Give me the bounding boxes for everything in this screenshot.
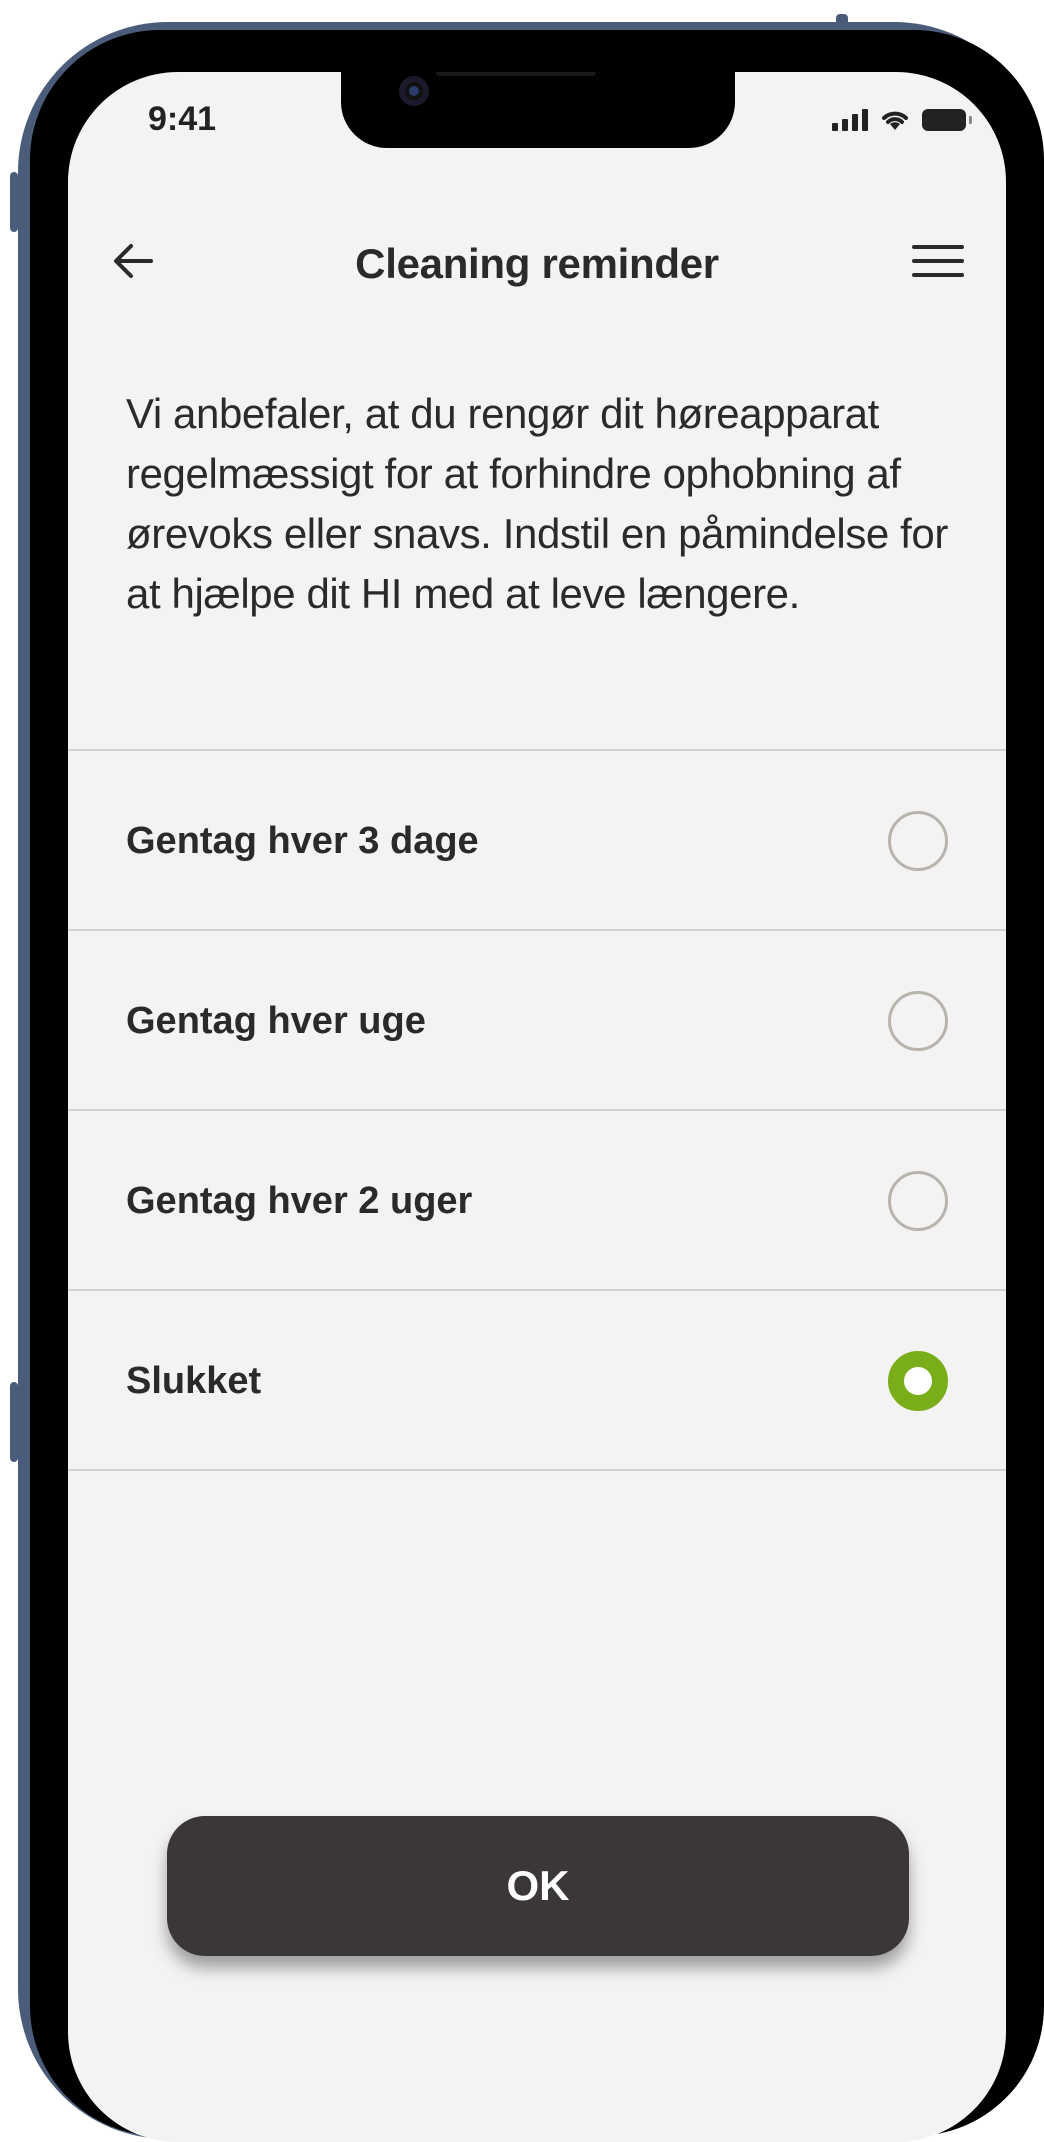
menu-button[interactable] <box>910 236 966 286</box>
option-every-week[interactable]: Gentag hver uge <box>68 931 1006 1111</box>
radio-button-selected[interactable] <box>888 1351 948 1411</box>
ok-button[interactable]: OK <box>167 1816 909 1956</box>
option-label: Gentag hver 3 dage <box>126 819 479 862</box>
side-button <box>10 1382 18 1462</box>
app-screen: 9:41 Cleaning reminder Vi anbefaler, at <box>68 72 1006 2142</box>
radio-button[interactable] <box>888 991 948 1051</box>
page-title: Cleaning reminder <box>355 240 719 287</box>
option-every-2-weeks[interactable]: Gentag hver 2 uger <box>68 1111 1006 1291</box>
radio-button[interactable] <box>888 811 948 871</box>
option-every-3-days[interactable]: Gentag hver 3 dage <box>68 751 1006 931</box>
side-button <box>836 14 848 26</box>
status-time: 9:41 <box>148 100 217 138</box>
speaker-grille <box>436 72 596 76</box>
cellular-signal-icon <box>832 109 868 131</box>
hamburger-menu-icon <box>912 245 964 277</box>
wifi-icon <box>882 111 908 130</box>
description-text: Vi anbefaler, at du rengør dit høreappar… <box>126 390 948 617</box>
radio-button[interactable] <box>888 1171 948 1231</box>
status-icons <box>832 108 972 132</box>
option-label: Slukket <box>126 1359 262 1402</box>
option-off[interactable]: Slukket <box>68 1291 1006 1471</box>
side-button <box>10 172 18 232</box>
nav-bar: Cleaning reminder <box>68 222 1006 302</box>
reminder-options: Gentag hver 3 dage Gentag hver uge Genta… <box>68 749 1006 1471</box>
option-label: Gentag hver uge <box>126 999 426 1042</box>
battery-icon <box>922 109 972 131</box>
option-label: Gentag hver 2 uger <box>126 1179 473 1222</box>
front-camera-icon <box>399 76 429 106</box>
notch <box>341 72 735 148</box>
